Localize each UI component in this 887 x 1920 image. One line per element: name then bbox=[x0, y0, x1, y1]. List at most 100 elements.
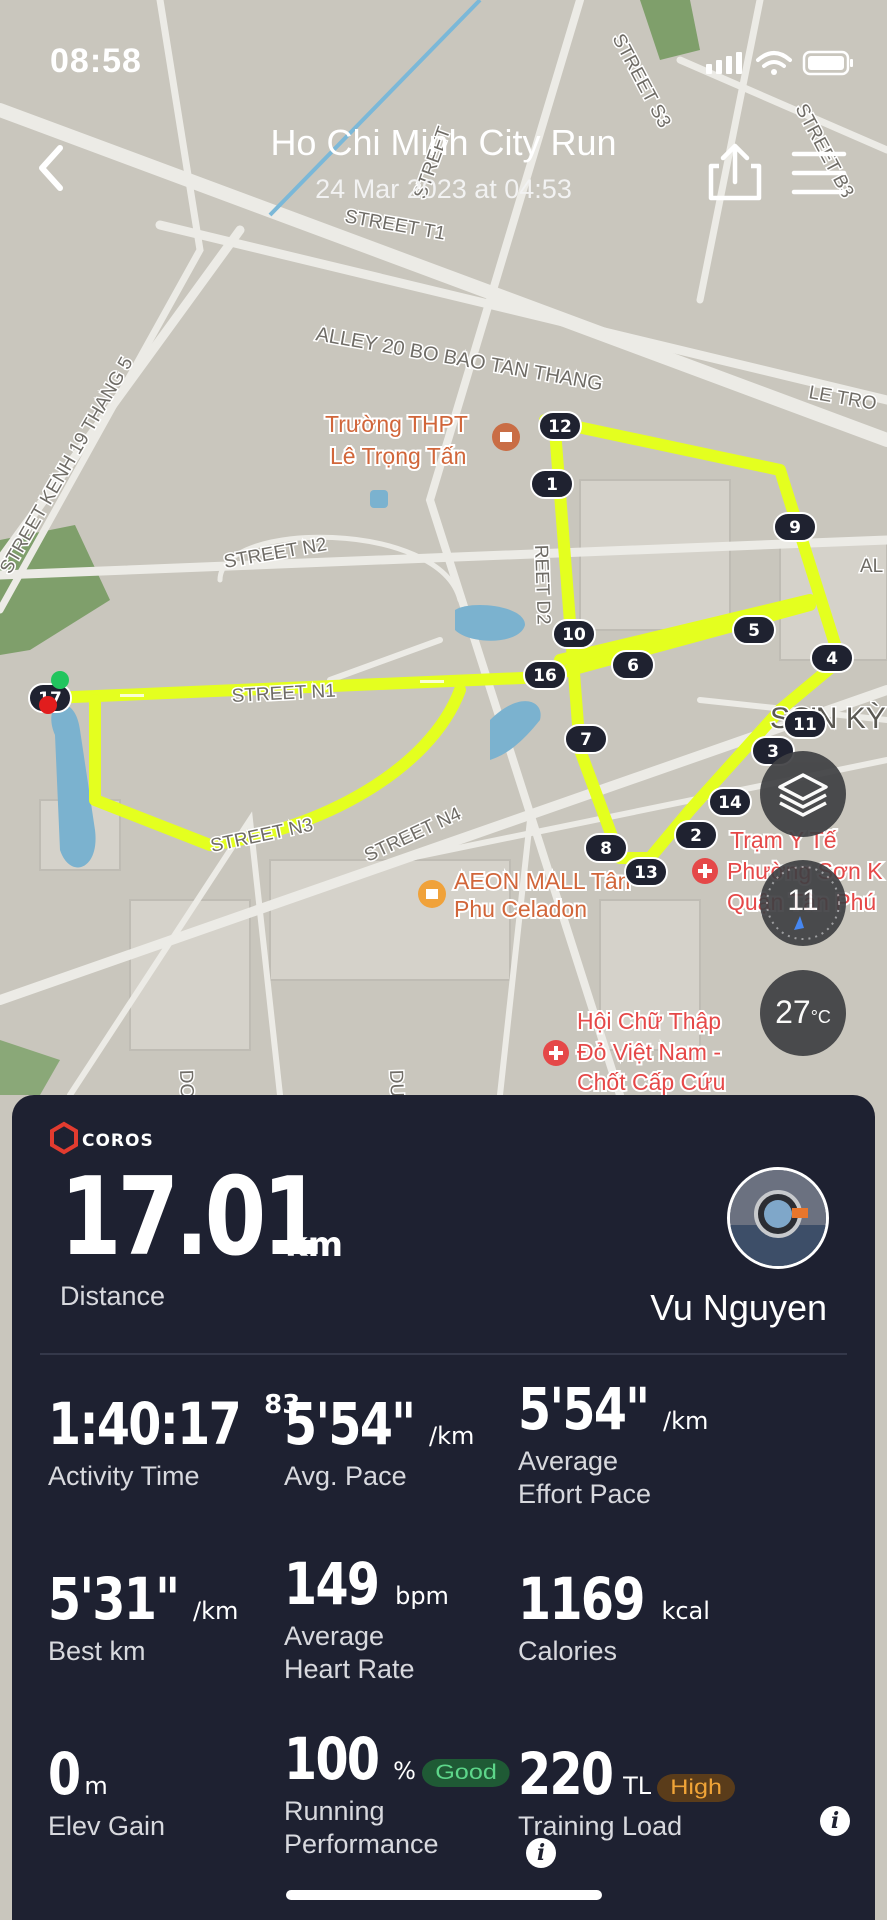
poi-school-line1: Trường THPT bbox=[325, 411, 468, 437]
wifi-icon bbox=[756, 51, 792, 68]
activity-time-label: Activity Time bbox=[48, 1461, 200, 1491]
calories-label: Calories bbox=[518, 1636, 618, 1666]
poi-medical2-line2: Đỏ Việt Nam - bbox=[577, 1039, 721, 1065]
medical-icon bbox=[543, 1040, 569, 1066]
stat-calories: 1169 kcal Calories bbox=[518, 1565, 710, 1668]
start-marker bbox=[51, 671, 69, 689]
poi-mall-line1: AEON MALL Tân bbox=[454, 868, 630, 894]
svg-text:1: 1 bbox=[546, 475, 558, 495]
distance-value: 17.01 bbox=[60, 1155, 324, 1280]
performance-badge: Good bbox=[421, 1759, 510, 1787]
best-km-value: 5'31" bbox=[48, 1565, 180, 1633]
svg-text:12: 12 bbox=[548, 417, 572, 437]
temperature-value: 27 bbox=[775, 994, 811, 1030]
stat-heart-rate: 149 bpm Average Heart Rate bbox=[284, 1550, 449, 1686]
stat-elev-gain: 0m Elev Gain bbox=[48, 1740, 165, 1843]
poi-medical2-line1: Hội Chữ Thập bbox=[577, 1008, 721, 1034]
km-marker-10[interactable]: 10 bbox=[552, 619, 596, 649]
stat-running-performance: 100% Good Running Performance bbox=[284, 1725, 510, 1861]
heart-rate-unit: bpm bbox=[395, 1582, 449, 1610]
running-performance-label-2: Performance bbox=[284, 1829, 439, 1859]
training-load-badge: High bbox=[657, 1774, 736, 1802]
effort-pace-value: 5'54" bbox=[518, 1375, 650, 1443]
distance-label: Distance bbox=[60, 1281, 166, 1311]
km-marker-5[interactable]: 5 bbox=[732, 615, 776, 645]
activity-summary-card: COROS 17.01 km Distance Vu Nguyen 1:40:1… bbox=[12, 1095, 875, 1920]
layers-icon bbox=[778, 773, 828, 817]
svg-text:16: 16 bbox=[533, 666, 557, 686]
elev-gain-unit: m bbox=[84, 1772, 108, 1800]
svg-text:2: 2 bbox=[690, 826, 702, 846]
user-name: Vu Nguyen bbox=[650, 1287, 827, 1328]
svg-text:4: 4 bbox=[826, 649, 838, 669]
avg-pace-value: 5'54" bbox=[284, 1390, 416, 1458]
avg-pace-label: Avg. Pace bbox=[284, 1461, 407, 1491]
battery-icon bbox=[802, 50, 853, 76]
effort-pace-label-2: Effort Pace bbox=[518, 1479, 652, 1509]
stat-activity-time: 1:40:17 83 Activity Time bbox=[48, 1390, 300, 1493]
running-performance-value: 100 bbox=[284, 1725, 380, 1793]
heart-rate-label-2: Heart Rate bbox=[284, 1654, 415, 1684]
distance-value-group: 17.01 km bbox=[60, 1155, 377, 1280]
share-icon[interactable] bbox=[705, 140, 765, 204]
running-performance-unit: % bbox=[393, 1757, 416, 1785]
elev-gain-label: Elev Gain bbox=[48, 1811, 166, 1841]
best-km-unit: /km bbox=[193, 1597, 239, 1625]
best-km-label: Best km bbox=[48, 1636, 146, 1666]
heart-rate-value: 149 bbox=[284, 1550, 380, 1618]
km-marker-9[interactable]: 9 bbox=[773, 512, 817, 542]
temperature-unit: °C bbox=[810, 1007, 831, 1027]
svg-text:8: 8 bbox=[600, 839, 612, 859]
menu-icon[interactable] bbox=[790, 148, 850, 198]
svg-text:COROS: COROS bbox=[82, 1131, 154, 1151]
poi-school-line2: Lê Trọng Tấn bbox=[330, 443, 466, 469]
stat-effort-pace: 5'54" /km Average Effort Pace bbox=[518, 1375, 708, 1511]
km-marker-8[interactable]: 8 bbox=[584, 833, 628, 863]
status-icons bbox=[706, 50, 853, 76]
km-marker-16[interactable]: 16 bbox=[523, 660, 567, 690]
home-indicator[interactable] bbox=[286, 1890, 602, 1900]
km-marker-11[interactable]: 11 bbox=[783, 709, 827, 739]
distance-unit: km bbox=[285, 1225, 344, 1265]
street-label: AL bbox=[860, 556, 883, 577]
svg-text:7: 7 bbox=[580, 730, 592, 750]
svg-text:6: 6 bbox=[627, 656, 639, 676]
activity-time-value: 1:40:17 bbox=[48, 1390, 242, 1458]
svg-text:5: 5 bbox=[748, 621, 760, 641]
km-marker-13[interactable]: 13 bbox=[624, 857, 668, 887]
stat-training-load: 220 TL High Training Load bbox=[518, 1740, 736, 1843]
status-bar: 08:58 bbox=[0, 0, 887, 120]
school-icon bbox=[492, 423, 520, 451]
divider bbox=[40, 1353, 847, 1355]
avatar[interactable] bbox=[727, 1167, 829, 1269]
avg-pace-unit: /km bbox=[429, 1422, 475, 1450]
calories-value: 1169 bbox=[518, 1565, 645, 1633]
svg-text:10: 10 bbox=[562, 625, 586, 645]
stat-avg-pace: 5'54" /km Avg. Pace bbox=[284, 1390, 474, 1493]
training-load-value: 220 bbox=[518, 1740, 614, 1808]
compass-button[interactable]: 11 bbox=[760, 860, 846, 946]
stat-best-km: 5'31" /km Best km bbox=[48, 1565, 238, 1668]
km-marker-6[interactable]: 6 bbox=[611, 650, 655, 680]
svg-text:14: 14 bbox=[718, 793, 742, 813]
compass-value: 11 bbox=[787, 884, 819, 917]
km-marker-12[interactable]: 12 bbox=[538, 411, 582, 441]
km-marker-1[interactable]: 1 bbox=[530, 469, 574, 499]
km-marker-4[interactable]: 4 bbox=[810, 643, 854, 673]
training-load-label: Training Load bbox=[518, 1811, 683, 1841]
temperature-indicator: 27°C bbox=[760, 970, 846, 1056]
coros-logo: COROS bbox=[50, 1121, 154, 1155]
shopping-icon bbox=[418, 880, 446, 908]
poi-mall-line2: Phu Celadon bbox=[454, 896, 587, 922]
km-marker-2[interactable]: 2 bbox=[674, 820, 718, 850]
km-marker-7[interactable]: 7 bbox=[564, 724, 608, 754]
street-label: REET D2 bbox=[530, 544, 554, 625]
effort-pace-unit: /km bbox=[663, 1407, 709, 1435]
poi-medical2-line3: Chốt Cấp Cứu bbox=[577, 1069, 725, 1095]
km-marker-14[interactable]: 14 bbox=[708, 787, 752, 817]
end-marker bbox=[39, 696, 57, 714]
svg-text:9: 9 bbox=[789, 518, 801, 538]
map-layers-button[interactable] bbox=[760, 751, 846, 837]
heart-rate-label-1: Average bbox=[284, 1621, 385, 1651]
training-load-info-icon[interactable]: i bbox=[820, 1806, 850, 1836]
